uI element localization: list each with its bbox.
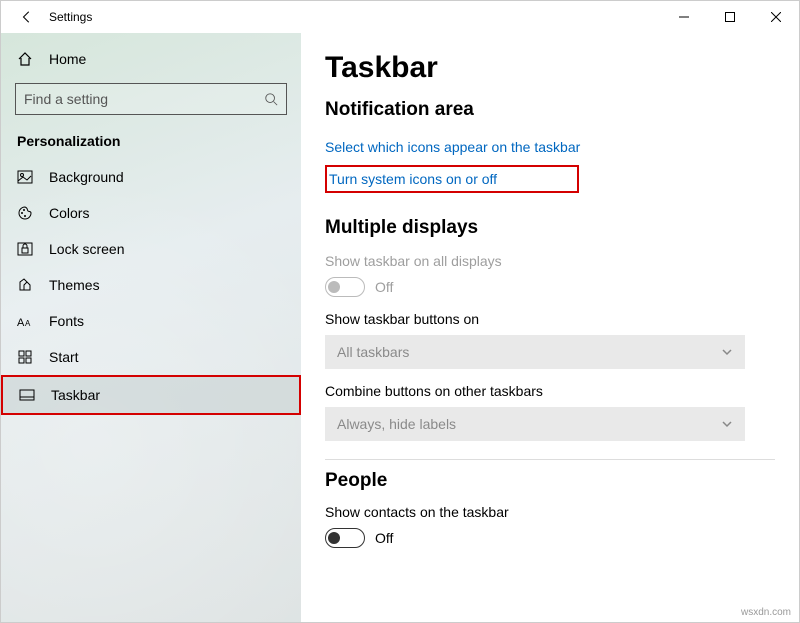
start-icon	[17, 349, 33, 365]
picture-icon	[17, 169, 33, 185]
back-button[interactable]	[11, 10, 43, 24]
sidebar-item-label: Colors	[49, 205, 89, 221]
close-button[interactable]	[753, 1, 799, 33]
home-icon	[17, 51, 33, 67]
lockscreen-icon	[17, 241, 33, 257]
toggle-show-contacts[interactable]	[325, 528, 365, 548]
divider	[325, 459, 775, 460]
taskbar-icon	[19, 387, 35, 403]
maximize-button[interactable]	[707, 1, 753, 33]
dropdown-combine-buttons[interactable]: Always, hide labels	[325, 407, 745, 441]
label-show-contacts: Show contacts on the taskbar	[325, 504, 775, 520]
section-multiple-displays: Multiple displays	[325, 217, 775, 239]
section-people: People	[325, 470, 775, 492]
sidebar-item-label: Background	[49, 169, 124, 185]
home-label: Home	[49, 51, 86, 67]
search-icon	[264, 92, 278, 106]
chevron-down-icon	[721, 346, 733, 358]
sidebar-item-label: Taskbar	[51, 387, 100, 403]
sidebar-item-themes[interactable]: Themes	[1, 267, 301, 303]
page-title: Taskbar	[325, 51, 775, 85]
sidebar-item-background[interactable]: Background	[1, 159, 301, 195]
category-label: Personalization	[1, 127, 301, 159]
svg-text:A: A	[25, 319, 31, 328]
toggle-state: Off	[375, 279, 393, 295]
toggle-state: Off	[375, 530, 393, 546]
sidebar: Home Find a setting Personalization Back…	[1, 33, 301, 622]
minimize-button[interactable]	[661, 1, 707, 33]
sidebar-item-label: Start	[49, 349, 79, 365]
sidebar-item-start[interactable]: Start	[1, 339, 301, 375]
svg-text:A: A	[17, 317, 25, 328]
themes-icon	[17, 277, 33, 293]
sidebar-item-label: Fonts	[49, 313, 84, 329]
home-nav[interactable]: Home	[1, 43, 301, 75]
label-combine-buttons: Combine buttons on other taskbars	[325, 383, 775, 399]
label-show-all-displays: Show taskbar on all displays	[325, 253, 775, 269]
window-title: Settings	[43, 10, 92, 24]
palette-icon	[17, 205, 33, 221]
toggle-show-all-displays	[325, 277, 365, 297]
label-show-buttons-on: Show taskbar buttons on	[325, 311, 775, 327]
search-placeholder: Find a setting	[24, 91, 108, 107]
search-input[interactable]: Find a setting	[15, 83, 287, 115]
dropdown-value: Always, hide labels	[337, 416, 456, 432]
chevron-down-icon	[721, 418, 733, 430]
fonts-icon: AA	[17, 314, 33, 328]
sidebar-item-label: Lock screen	[49, 241, 124, 257]
link-system-icons[interactable]: Turn system icons on or off	[329, 169, 497, 189]
sidebar-item-label: Themes	[49, 277, 100, 293]
content: Taskbar Notification area Select which i…	[301, 33, 799, 622]
window-controls	[661, 1, 799, 33]
sidebar-item-fonts[interactable]: AA Fonts	[1, 303, 301, 339]
sidebar-item-taskbar[interactable]: Taskbar	[1, 375, 301, 415]
sidebar-item-colors[interactable]: Colors	[1, 195, 301, 231]
sidebar-item-lockscreen[interactable]: Lock screen	[1, 231, 301, 267]
watermark: wsxdn.com	[741, 607, 791, 618]
link-select-icons[interactable]: Select which icons appear on the taskbar	[325, 133, 775, 161]
section-notification: Notification area	[325, 99, 775, 121]
dropdown-value: All taskbars	[337, 344, 409, 360]
dropdown-show-buttons[interactable]: All taskbars	[325, 335, 745, 369]
